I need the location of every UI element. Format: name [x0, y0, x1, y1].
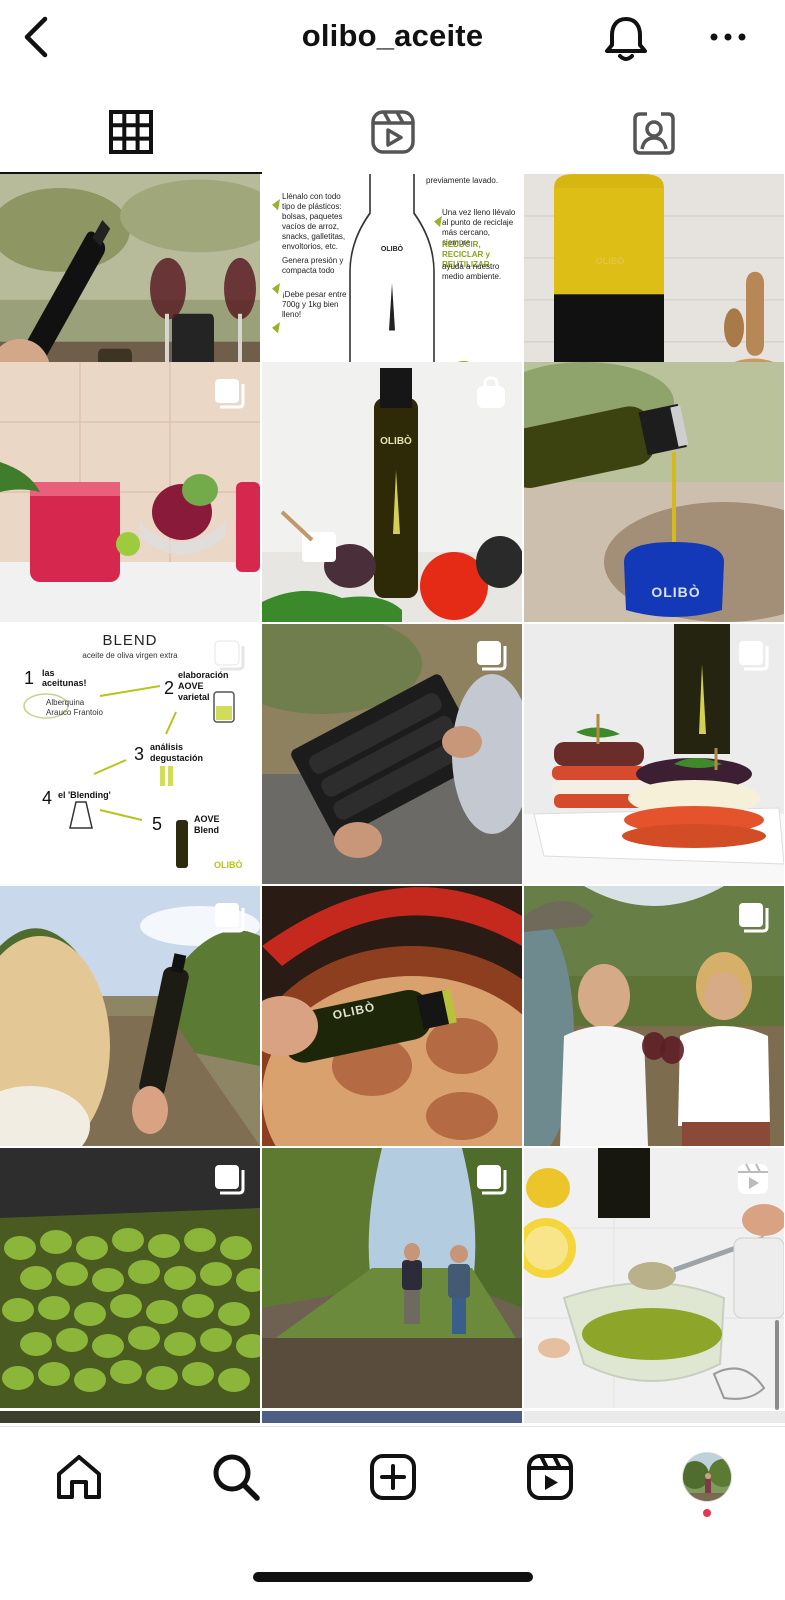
posts-grid: Llénalo con todo tipo de plásticos: bols…	[0, 174, 785, 1426]
grid-post-infographic[interactable]: BLEND aceite de oliva virgen extra 1 las…	[0, 624, 260, 884]
tagged-person-icon	[633, 112, 675, 155]
glass-label: OLIBÒ	[651, 584, 701, 600]
reels-icon	[526, 1453, 573, 1500]
tab-reels[interactable]	[262, 90, 524, 174]
nav-home[interactable]	[0, 1427, 157, 1526]
step-detail: Alberquina Arauco Frantoio	[46, 698, 103, 717]
step-number: 3	[134, 744, 145, 764]
shopping-bag-icon	[477, 376, 505, 408]
grid-post[interactable]	[262, 1148, 522, 1408]
grid-post[interactable]	[0, 362, 260, 622]
brand-label: OLIBÒ	[214, 860, 243, 870]
grid-post[interactable]: OLIBÒ	[262, 886, 522, 1146]
home-indicator	[253, 1572, 533, 1582]
infographic-text: Llénalo con todo tipo de plásticos: bols…	[282, 192, 346, 251]
grid-post[interactable]	[524, 1148, 784, 1408]
nav-create[interactable]	[314, 1427, 471, 1526]
carousel-icon	[477, 1165, 507, 1195]
grid-post[interactable]	[0, 1148, 260, 1408]
bell-icon	[605, 17, 647, 61]
step-label: elaboración AOVE varietal	[178, 670, 229, 702]
grid-icon	[108, 110, 153, 154]
bottle-label: OLIBÒ	[380, 246, 404, 253]
reel-icon	[738, 1163, 768, 1194]
tab-posts[interactable]	[0, 90, 262, 174]
carousel-icon	[215, 903, 245, 933]
profile-avatar	[681, 1451, 732, 1502]
step-number: 2	[164, 678, 175, 698]
more-horizontal-icon	[710, 33, 746, 41]
bottle-label: OLIBÒ	[595, 256, 625, 266]
carousel-icon	[215, 1165, 245, 1195]
grid-post[interactable]: OLIBÒ	[524, 362, 784, 622]
bottle-label: OLIBÒ	[380, 436, 412, 447]
infographic-text: ¡Debe pesar entre 700g y 1kg bien lleno!	[282, 290, 347, 319]
search-icon	[213, 1454, 260, 1501]
step-label: las aceitunas!	[42, 668, 87, 688]
infographic-text: ayuda a nuestro medio ambiente.	[442, 262, 502, 281]
step-label: análisis degustación	[150, 742, 204, 763]
tab-tagged[interactable]	[523, 90, 785, 174]
step-label: el 'Blending'	[58, 790, 111, 800]
step-label: AOVE Blend	[194, 814, 220, 835]
chevron-left-icon	[24, 16, 48, 58]
plus-square-icon	[369, 1453, 416, 1500]
more-options-button[interactable]	[700, 14, 756, 60]
carousel-icon	[214, 640, 245, 671]
carousel-icon	[215, 379, 245, 409]
reels-icon	[370, 110, 415, 154]
post-image	[262, 886, 522, 1146]
carousel-icon	[739, 903, 769, 933]
scrollbar[interactable]	[775, 1320, 779, 1410]
step-number: 4	[42, 788, 53, 808]
carousel-icon	[739, 641, 769, 671]
profile-header: olibo_aceite	[0, 0, 785, 80]
profile-username: olibo_aceite	[301, 18, 484, 53]
notification-dot	[702, 1509, 711, 1517]
step-number: 1	[24, 668, 35, 688]
next-row-peek	[0, 1410, 785, 1423]
infographic-text: previamente lavado.	[426, 176, 499, 185]
step-number: 5	[152, 814, 163, 834]
carousel-icon	[477, 641, 507, 671]
grid-post[interactable]	[524, 624, 784, 884]
nav-reels[interactable]	[471, 1427, 628, 1526]
profile-tabs	[0, 90, 785, 174]
home-icon	[56, 1454, 101, 1499]
grid-post[interactable]	[262, 624, 522, 884]
grid-post[interactable]	[524, 886, 784, 1146]
bottom-navigation	[0, 1426, 785, 1526]
grid-post[interactable]: OLIBÒ	[262, 362, 522, 622]
nav-search[interactable]	[157, 1427, 314, 1526]
back-button[interactable]	[14, 14, 58, 60]
notifications-button[interactable]	[598, 12, 654, 66]
nav-profile[interactable]	[628, 1427, 785, 1526]
grid-post[interactable]	[0, 886, 260, 1146]
post-image	[524, 362, 784, 622]
infographic-text: Genera presión y compacta todo	[282, 256, 344, 275]
